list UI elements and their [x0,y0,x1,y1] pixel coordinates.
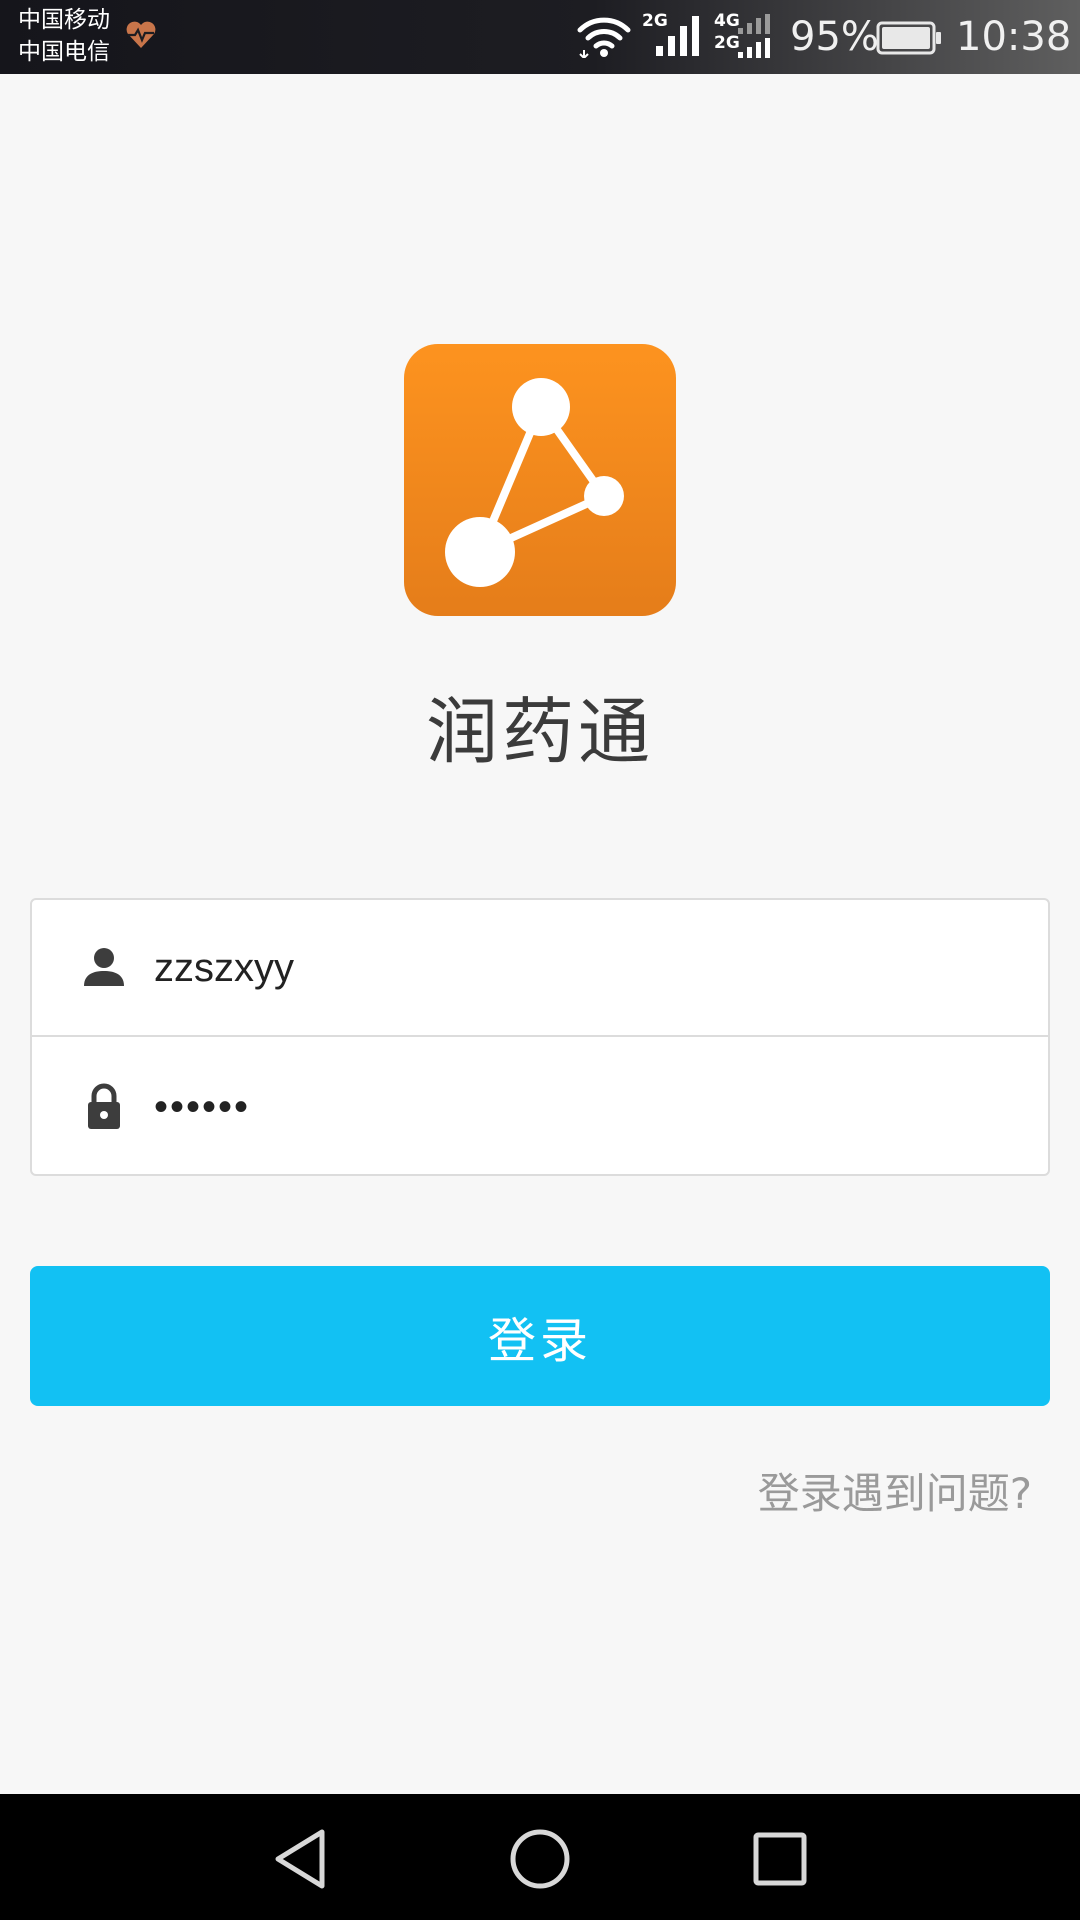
clock: 10:38 [956,14,1072,60]
login-button[interactable]: 登录 [30,1266,1050,1406]
battery-percentage: 95% [790,14,879,60]
dual-signal-icon [738,14,770,58]
molecule-logo-icon [445,378,624,587]
app-name: 润药通 [425,690,654,774]
password-row [32,1039,1048,1176]
password-input[interactable] [154,1039,1014,1176]
network-type-2g-secondary: 2G [714,33,740,53]
lock-icon [88,1083,120,1129]
network-type-4g: 4G [714,11,740,31]
login-screen: 中国移动 中国电信 2G 4G 2G 95% 10:38 润药通 zzszxyy… [0,0,1080,1920]
app-logo [404,344,676,616]
recents-icon[interactable] [745,1824,815,1894]
username-row [32,900,1048,1037]
carrier-1: 中国移动 [18,7,110,33]
login-help-link[interactable]: 登录遇到问题? [758,1464,1032,1524]
home-icon[interactable] [505,1824,575,1894]
wifi-icon [577,17,631,58]
username-input[interactable] [154,900,1014,1037]
navigation-bar [0,1794,1080,1920]
battery-icon [876,21,941,55]
carrier-info: 中国移动 中国电信 [18,4,110,68]
login-form [30,898,1050,1176]
back-icon[interactable] [266,1824,336,1894]
carrier-2: 中国电信 [18,39,110,65]
heart-monitor-icon [126,21,156,48]
signal-icon [656,16,699,56]
person-icon [84,948,124,986]
status-bar: 中国移动 中国电信 2G 4G 2G 95% 10:38 [0,0,1080,74]
